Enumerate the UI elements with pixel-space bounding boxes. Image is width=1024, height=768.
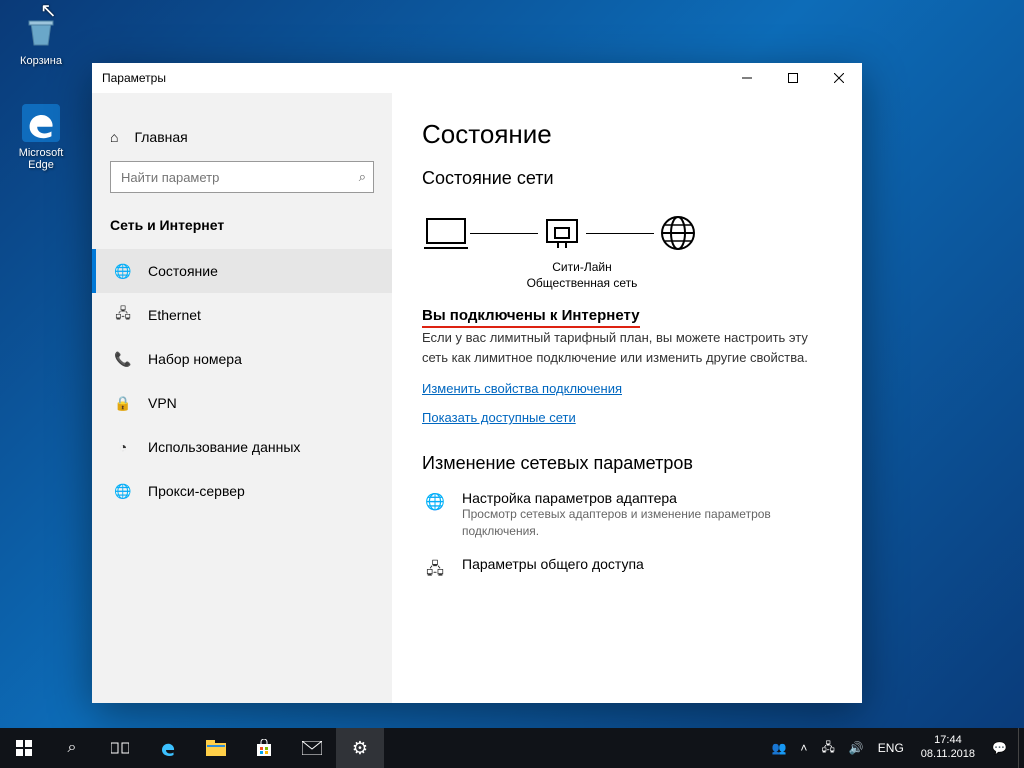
section-change-settings: Изменение сетевых параметров — [422, 453, 832, 474]
sidebar-item-label: VPN — [148, 395, 177, 411]
sidebar: ⌂ Главная ⌕ Сеть и Интернет 🌐 Состояние … — [92, 93, 392, 703]
sidebar-item-dialup[interactable]: 📞 Набор номера — [92, 337, 392, 381]
desktop-icon-recycle-bin[interactable]: Корзина — [6, 10, 76, 67]
sharing-options-title: Параметры общего доступа — [462, 556, 644, 572]
sidebar-item-ethernet[interactable]: 🖧 Ethernet — [92, 293, 392, 337]
recycle-bin-icon — [20, 10, 62, 52]
tray-time: 17:44 — [921, 734, 975, 748]
sidebar-item-label: Набор номера — [148, 351, 242, 367]
sidebar-item-label: Ethernet — [148, 307, 201, 323]
tray-action-center-icon[interactable]: 💬 — [985, 728, 1014, 768]
home-label: Главная — [134, 129, 187, 145]
sidebar-group-title: Сеть и Интернет — [92, 203, 392, 249]
show-desktop-button[interactable] — [1018, 728, 1024, 768]
taskbar-search-button[interactable]: ⌕ — [48, 728, 96, 768]
sidebar-item-label: Использование данных — [148, 439, 300, 455]
search-input[interactable] — [110, 161, 374, 193]
tray-clock[interactable]: 17:44 08.11.2018 — [911, 728, 985, 768]
titlebar[interactable]: Параметры — [92, 63, 862, 93]
vpn-icon: 🔒 — [114, 395, 132, 412]
tray-people[interactable]: 👥 — [764, 728, 793, 768]
tray-volume-icon[interactable]: 🔊 — [842, 728, 871, 768]
taskbar-app-mail[interactable] — [288, 728, 336, 768]
taskbar-app-store[interactable] — [240, 728, 288, 768]
window-title: Параметры — [102, 71, 166, 85]
sidebar-item-label: Состояние — [148, 263, 218, 279]
globe-icon: 🌐 — [114, 263, 132, 280]
sidebar-item-label: Прокси-сервер — [148, 483, 245, 499]
desktop-icon-label: Microsoft Edge — [6, 147, 76, 171]
link-show-available-networks[interactable]: Показать доступные сети — [422, 410, 832, 425]
system-tray: 👥 ˄ 🖧 🔊 ENG 17:44 08.11.2018 💬 — [764, 728, 1024, 768]
proxy-icon: 🌐 — [114, 483, 132, 500]
network-name: Сити-Лайн — [502, 259, 662, 275]
network-diagram — [422, 207, 832, 257]
adapter-options-title: Настройка параметров адаптера — [462, 490, 822, 506]
minimize-button[interactable] — [724, 63, 770, 93]
adapter-icon: 🌐 — [422, 490, 448, 512]
taskbar-app-edge[interactable] — [144, 728, 192, 768]
link-change-connection-props[interactable]: Изменить свойства подключения — [422, 381, 832, 396]
sharing-options-row[interactable]: 🖧 Параметры общего доступа — [422, 556, 832, 585]
taskbar-app-explorer[interactable] — [192, 728, 240, 768]
page-title: Состояние — [422, 119, 832, 150]
connected-description: Если у вас лимитный тарифный план, вы мо… — [422, 328, 822, 367]
adapter-options-row[interactable]: 🌐 Настройка параметров адаптера Просмотр… — [422, 490, 832, 540]
sidebar-item-datausage[interactable]: ◔ Использование данных — [92, 425, 392, 469]
sidebar-item-status[interactable]: 🌐 Состояние — [92, 249, 392, 293]
home-icon: ⌂ — [110, 129, 118, 145]
dialup-icon: 📞 — [114, 351, 132, 368]
sharing-icon: 🖧 — [422, 556, 448, 585]
tray-date: 08.11.2018 — [921, 748, 975, 762]
desktop-icon-label: Корзина — [6, 55, 76, 67]
section-network-status: Состояние сети — [422, 168, 832, 189]
start-button[interactable] — [0, 728, 48, 768]
ethernet-icon: 🖧 — [114, 303, 132, 327]
taskbar-app-settings[interactable]: ⚙ — [336, 728, 384, 768]
edge-icon — [20, 102, 62, 144]
close-button[interactable] — [816, 63, 862, 93]
pc-icon — [422, 213, 470, 253]
maximize-button[interactable] — [770, 63, 816, 93]
task-view-button[interactable] — [96, 728, 144, 768]
globe-node-icon — [654, 213, 702, 253]
adapter-options-desc: Просмотр сетевых адаптеров и изменение п… — [462, 506, 822, 540]
tray-network-icon[interactable]: 🖧 — [814, 728, 841, 768]
ethernet-port-icon — [538, 213, 586, 253]
tray-chevron-up-icon[interactable]: ˄ — [793, 728, 814, 768]
tray-language[interactable]: ENG — [871, 728, 911, 768]
connected-heading: Вы подключены к Интернету — [422, 307, 832, 324]
network-type: Общественная сеть — [502, 275, 662, 291]
home-link[interactable]: ⌂ Главная — [92, 121, 392, 153]
sidebar-item-vpn[interactable]: 🔒 VPN — [92, 381, 392, 425]
desktop-icon-edge[interactable]: Microsoft Edge — [6, 102, 76, 171]
sidebar-item-proxy[interactable]: 🌐 Прокси-сервер — [92, 469, 392, 513]
data-usage-icon: ◔ — [114, 439, 132, 455]
main-panel: Состояние Состояние сети Сити-Лайн — [392, 93, 862, 703]
taskbar: ⌕ ⚙ 👥 ˄ 🖧 🔊 ENG 17:44 08.11.2018 💬 — [0, 728, 1024, 768]
settings-window: Параметры ⌂ Главная ⌕ Сеть и Интернет 🌐 … — [92, 63, 862, 703]
